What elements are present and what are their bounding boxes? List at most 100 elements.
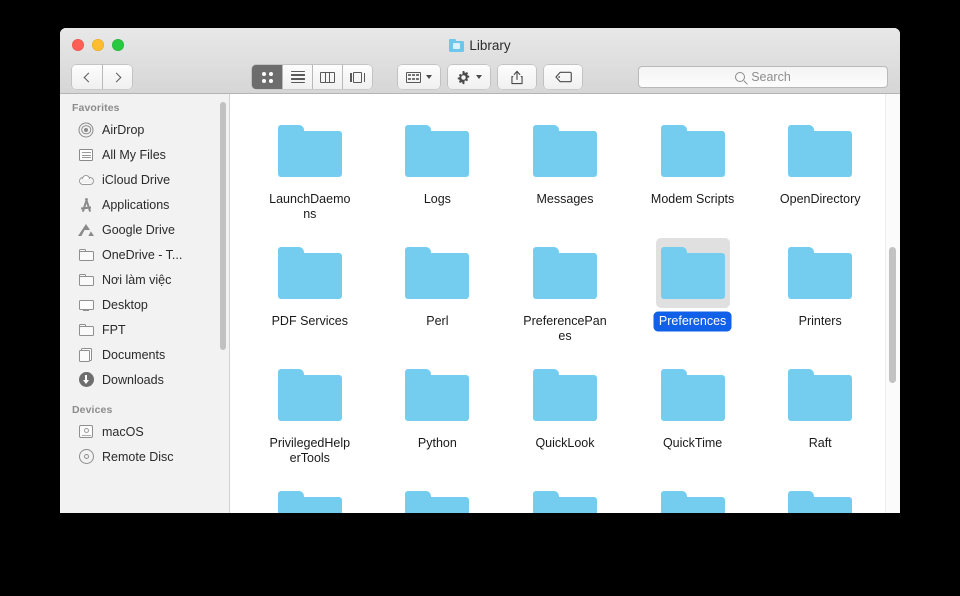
- search-icon: [735, 72, 746, 82]
- view-mode-coverflow[interactable]: [342, 65, 372, 89]
- forward-button[interactable]: [102, 65, 132, 89]
- folder-icon: [788, 491, 853, 513]
- folder-icon-wrap: [656, 482, 730, 513]
- view-mode-column[interactable]: [312, 65, 342, 89]
- file-item[interactable]: Raft: [756, 354, 884, 476]
- hard-disk-icon: [78, 424, 94, 440]
- file-item[interactable]: Printers: [756, 232, 884, 354]
- desktop-icon: [78, 297, 94, 313]
- arrange-by-button[interactable]: [398, 65, 440, 89]
- sidebar-item-noi-lam-viec[interactable]: Nơi làm việc: [60, 267, 229, 292]
- file-item-label: OpenDirectory: [779, 192, 861, 206]
- sidebar-item-remote-disc[interactable]: Remote Disc: [60, 444, 229, 469]
- page-title: Library: [60, 38, 900, 53]
- file-item[interactable]: OpenDirectory: [756, 110, 884, 232]
- file-item[interactable]: Perl: [374, 232, 502, 354]
- file-item[interactable]: Modem Scripts: [629, 110, 757, 232]
- sidebar-item-applications[interactable]: Applications: [60, 192, 229, 217]
- file-grid: LaunchDaemons Logs Messages Modem Script…: [230, 94, 900, 513]
- sidebar-item-all-my-files[interactable]: All My Files: [60, 142, 229, 167]
- folder-icon: [660, 247, 725, 299]
- folder-icon: [660, 125, 725, 177]
- file-item[interactable]: QuickTime: [629, 354, 757, 476]
- nav-button-group: [72, 65, 132, 89]
- file-grid-area: LaunchDaemons Logs Messages Modem Script…: [230, 94, 900, 513]
- folder-icon-wrap: [273, 482, 347, 513]
- file-item-label: Raft: [808, 436, 832, 450]
- folder-icon: [277, 491, 342, 513]
- sidebar-item-label: Desktop: [102, 297, 148, 312]
- folder-icon-wrap: [400, 360, 474, 430]
- file-item[interactable]: QuickLook: [501, 354, 629, 476]
- sidebar-item-label: Documents: [102, 347, 166, 362]
- share-button[interactable]: [498, 65, 536, 89]
- file-item[interactable]: PrivilegedHelperTools: [246, 354, 374, 476]
- file-item[interactable]: [756, 476, 884, 513]
- arrange-grid-icon: [406, 71, 421, 83]
- window-body: Favorites AirDrop All My Files iCloud Dr…: [60, 94, 900, 513]
- chevron-right-icon: [111, 72, 121, 82]
- sidebar-item-label: Downloads: [102, 372, 164, 387]
- file-item[interactable]: PDF Services: [246, 232, 374, 354]
- grid-dots-icon: [261, 71, 273, 83]
- sidebar-item-desktop[interactable]: Desktop: [60, 292, 229, 317]
- documents-icon: [78, 347, 94, 363]
- window-title-text: Library: [469, 38, 511, 53]
- chevron-down-icon: [476, 75, 482, 79]
- file-item-label: Perl: [426, 314, 449, 328]
- sidebar-item-onedrive[interactable]: OneDrive - T...: [60, 242, 229, 267]
- folder-icon-wrap: [655, 238, 730, 308]
- file-item-selected[interactable]: Preferences: [629, 232, 757, 354]
- view-mode-group: [252, 65, 372, 89]
- file-item[interactable]: LaunchDaemons: [246, 110, 374, 232]
- file-item[interactable]: Python: [374, 354, 502, 476]
- window-titlebar[interactable]: Library Search: [60, 28, 900, 94]
- action-menu-button[interactable]: [448, 65, 490, 89]
- file-item[interactable]: Messages: [501, 110, 629, 232]
- sidebar-item-google-drive[interactable]: Google Drive: [60, 217, 229, 242]
- folder-icon-wrap: [783, 482, 857, 513]
- file-item[interactable]: [501, 476, 629, 513]
- applications-icon: [78, 197, 94, 213]
- folder-icon-wrap: [656, 116, 730, 186]
- file-item[interactable]: [629, 476, 757, 513]
- file-item[interactable]: [246, 476, 374, 513]
- icloud-icon: [78, 172, 94, 188]
- sidebar-item-label: AirDrop: [102, 122, 145, 137]
- file-item[interactable]: Logs: [374, 110, 502, 232]
- optical-disc-icon: [78, 449, 94, 465]
- sidebar-item-macos[interactable]: macOS: [60, 419, 229, 444]
- folder-icon: [660, 369, 725, 421]
- back-button[interactable]: [72, 65, 102, 89]
- folder-icon-wrap: [783, 360, 857, 430]
- sidebar-item-downloads[interactable]: Downloads: [60, 367, 229, 392]
- sidebar-item-icloud-drive[interactable]: iCloud Drive: [60, 167, 229, 192]
- tag-icon: [554, 71, 572, 83]
- view-mode-list[interactable]: [282, 65, 312, 89]
- folder-icon: [405, 247, 470, 299]
- content-scrollbar-thumb[interactable]: [889, 247, 896, 383]
- file-item[interactable]: [374, 476, 502, 513]
- sidebar-scrollbar[interactable]: [220, 102, 226, 350]
- sidebar-item-documents[interactable]: Documents: [60, 342, 229, 367]
- tags-button[interactable]: [544, 65, 582, 89]
- file-item-label: Printers: [798, 314, 842, 328]
- sidebar: Favorites AirDrop All My Files iCloud Dr…: [60, 94, 230, 513]
- content-scrollbar-track[interactable]: [885, 94, 900, 513]
- gear-icon: [457, 70, 470, 84]
- folder-icon: [405, 491, 470, 513]
- sidebar-item-label: OneDrive - T...: [102, 247, 183, 262]
- sidebar-item-label: Applications: [102, 197, 170, 212]
- sidebar-item-fpt[interactable]: FPT: [60, 317, 229, 342]
- search-input[interactable]: Search: [638, 66, 888, 88]
- folder-icon: [277, 369, 342, 421]
- all-my-files-icon: [78, 147, 94, 163]
- sidebar-item-airdrop[interactable]: AirDrop: [60, 117, 229, 142]
- folder-icon-wrap: [656, 360, 730, 430]
- view-mode-icon[interactable]: [252, 65, 282, 89]
- sidebar-section-favorites-header: Favorites: [72, 102, 120, 114]
- share-icon: [511, 70, 523, 84]
- file-item-label: PrivilegedHelperTools: [269, 436, 351, 465]
- file-item-label: Logs: [423, 192, 451, 206]
- file-item[interactable]: PreferencePanes: [501, 232, 629, 354]
